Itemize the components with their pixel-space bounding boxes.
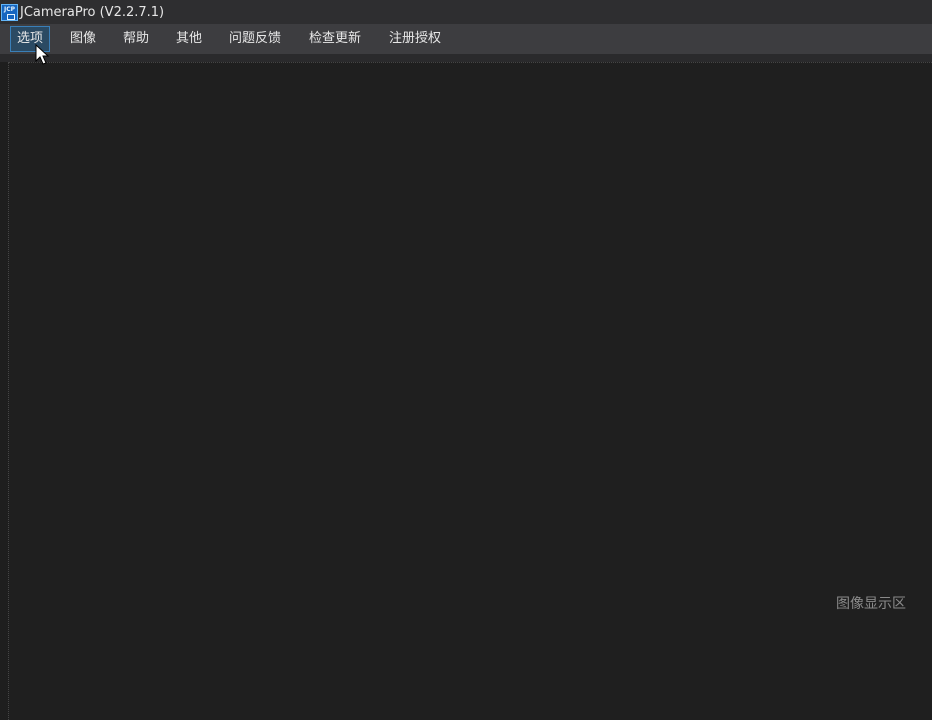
app-logo-text: JCP — [3, 5, 16, 13]
menu-bar: 选项 图像 帮助 其他 问题反馈 检查更新 注册授权 — [0, 24, 932, 54]
menu-item-other[interactable]: 其他 — [170, 26, 208, 52]
toolbar-spacer — [0, 54, 932, 62]
app-logo-icon: JCP — [1, 3, 18, 21]
image-display-area[interactable]: 图像显示区 — [8, 62, 932, 720]
mouse-cursor-icon — [35, 44, 50, 65]
image-display-placeholder: 图像显示区 — [836, 596, 906, 612]
menu-item-help[interactable]: 帮助 — [117, 26, 155, 52]
menu-item-register[interactable]: 注册授权 — [383, 26, 447, 52]
window-title: JCameraPro (V2.2.7.1) — [20, 4, 165, 20]
menu-item-check-update[interactable]: 检查更新 — [303, 26, 367, 52]
title-bar: JCP JCameraPro (V2.2.7.1) — [0, 0, 932, 24]
menu-item-feedback[interactable]: 问题反馈 — [223, 26, 287, 52]
menu-item-image[interactable]: 图像 — [64, 26, 102, 52]
app-logo-screen — [7, 13, 15, 20]
